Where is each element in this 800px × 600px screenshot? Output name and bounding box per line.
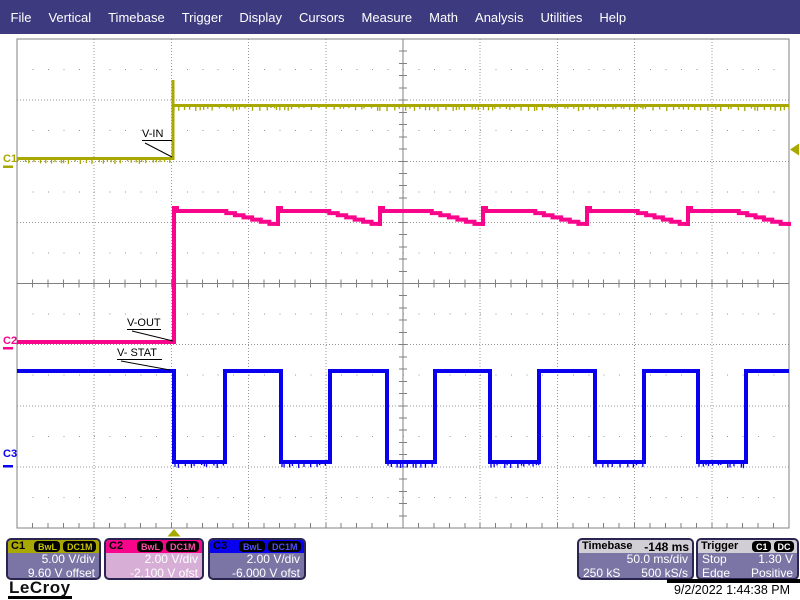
channel-marker-label-c2: C2 (3, 335, 17, 347)
volts-per-div-value: 2.00 V/div (110, 553, 198, 567)
channel-descriptor-c2[interactable]: C2 BwL DC1M 2.00 V/div -2.100 V ofst (104, 538, 204, 580)
trigger-title: Trigger (701, 541, 749, 552)
bandwidth-limit-badge: BwL (34, 541, 60, 552)
datetime-display: 9/2/2022 1:44:38 PM (674, 583, 790, 597)
channel-descriptor-c3[interactable]: C3 BwL DC1M 2.00 V/div -6.000 V ofst (208, 538, 306, 580)
channel-id-label: C3 (213, 541, 236, 552)
trigger-mode-value: Stop (702, 553, 727, 567)
channel-zero-marker-c1 (3, 166, 13, 169)
trigger-level-value: 1.30 V (758, 553, 793, 567)
timebase-descriptor[interactable]: Timebase -148 ms 50.0 ms/div 250 kS 500 … (577, 538, 694, 580)
annotation-label: V-IN (142, 128, 163, 140)
time-per-div-value: 50.0 ms/div (583, 553, 688, 567)
annotation-leader-line (121, 361, 170, 370)
bandwidth-limit-badge: BwL (137, 541, 163, 552)
timebase-title: Timebase (582, 541, 641, 552)
annotation-leader-line (132, 331, 173, 341)
channel-marker-label-c1: C1 (3, 153, 17, 165)
offset-value: -6.000 V ofst (214, 567, 300, 581)
trigger-descriptor[interactable]: Trigger C1 DC Stop 1.30 V Edge Positive (696, 538, 799, 580)
trigger-level-marker (790, 144, 799, 156)
volts-per-div-value: 2.00 V/div (214, 553, 300, 567)
annotation-leader-line (145, 143, 172, 157)
trigger-type-value: Edge (702, 567, 730, 581)
channel-zero-marker-c2 (3, 347, 13, 350)
channel-id-label: C1 (11, 541, 31, 552)
bandwidth-limit-badge: BwL (239, 541, 265, 552)
annotation-label: V- STAT (117, 347, 157, 359)
trigger-source-badge: C1 (752, 541, 771, 552)
trigger-coupling-badge: DC (774, 541, 794, 552)
sample-rate-value: 500 kS/s (641, 567, 688, 581)
waveform-display: C1 C2 C3 V-IN V-OUT V- STAT (0, 0, 800, 600)
channel-descriptor-c1[interactable]: C1 BwL DC1M 5.00 V/div 9.60 V offset (6, 538, 101, 580)
sample-count-value: 250 kS (583, 567, 620, 581)
lecroy-logo: LeCroy (8, 579, 72, 599)
trigger-slope-value: Positive (751, 567, 793, 581)
channel-zero-marker-c3 (3, 465, 13, 468)
annotation-label: V-OUT (127, 317, 161, 329)
coupling-badge: DC1M (166, 541, 199, 552)
trigger-position-marker (168, 529, 181, 537)
coupling-badge: DC1M (268, 541, 301, 552)
volts-per-div-value: 5.00 V/div (12, 553, 95, 567)
coupling-badge: DC1M (63, 541, 96, 552)
channel-id-label: C2 (109, 541, 134, 552)
offset-value: -2.100 V ofst (110, 567, 198, 581)
channel-marker-label-c3: C3 (3, 448, 17, 460)
